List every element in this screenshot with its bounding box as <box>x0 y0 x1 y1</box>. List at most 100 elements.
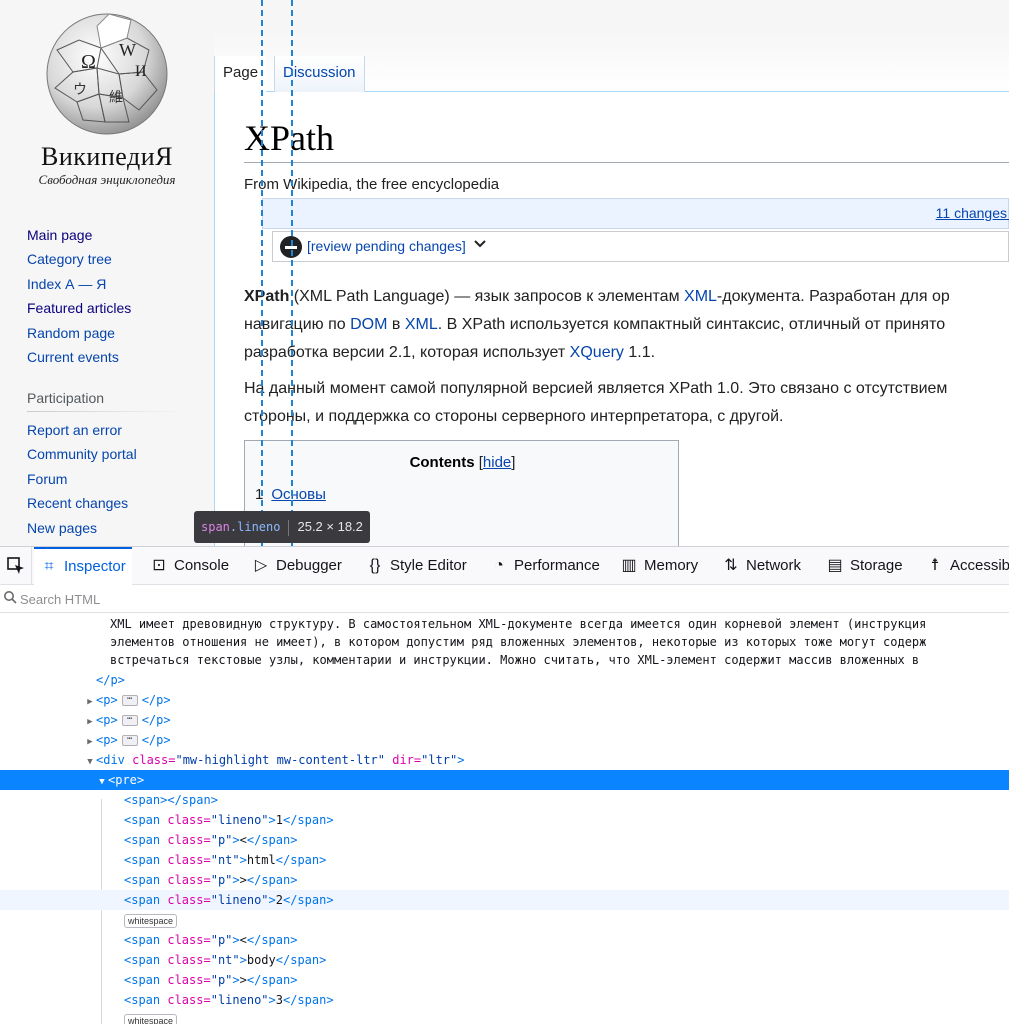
tab-memory[interactable]: ▥ Memory <box>620 547 698 585</box>
attr-value: "ltr" <box>421 753 458 767</box>
text-node-line[interactable]: XML имеет древовидную структуру. В самос… <box>0 614 1009 634</box>
node-line-close-p[interactable]: </p> <box>0 670 1009 690</box>
collapse-triangle-icon[interactable]: ▼ <box>84 752 96 770</box>
tab-inspector[interactable]: ⌗ Inspector <box>34 547 132 585</box>
toc-hide-link[interactable]: hide <box>483 454 511 471</box>
search-icon <box>3 590 17 608</box>
whitespace-line[interactable]: whitespace <box>0 910 1009 930</box>
nav-link[interactable]: Recent changes <box>27 495 128 511</box>
nav-link[interactable]: Forum <box>27 471 67 487</box>
nav-link[interactable]: Index А — Я <box>27 276 106 292</box>
nav-link[interactable]: Category tree <box>27 251 112 267</box>
tab-console[interactable]: ⊡ Console <box>150 547 229 585</box>
tab-label: Performance <box>514 557 600 574</box>
page-title: XPath <box>244 118 334 158</box>
expand-triangle-icon[interactable]: ▶ <box>84 692 96 710</box>
nav-item-community-portal[interactable]: Community portal <box>27 442 137 466</box>
text-run: -документа. Разработан для ор <box>716 288 950 305</box>
collapsed-ellipsis-button[interactable]: ⋯ <box>121 695 138 706</box>
node-line-span[interactable]: <span class="lineno">1</span> <box>0 810 1009 830</box>
tab-page[interactable]: Page <box>214 56 267 92</box>
tab-network[interactable]: ⇅ Network <box>722 547 801 585</box>
node-line-span[interactable]: <span class="lineno">3</span> <box>0 990 1009 1010</box>
pending-changes-link[interactable]: 11 changes i <box>936 205 1009 221</box>
tab-discussion[interactable]: Discussion <box>274 56 365 92</box>
nav-item-featured-articles[interactable]: Featured articles <box>27 296 131 320</box>
nav-link[interactable]: Report an error <box>27 422 122 438</box>
node-line-span-hovered[interactable]: <span class="lineno">2</span> <box>0 890 1009 910</box>
attr-name: class= <box>167 813 211 827</box>
collapse-triangle-icon[interactable]: ▼ <box>96 772 108 790</box>
tag-open: <span <box>124 953 168 967</box>
collapsed-ellipsis-button[interactable]: ⋯ <box>121 735 138 746</box>
nav-link[interactable]: Main page <box>27 227 92 243</box>
svg-text:W: W <box>119 40 136 60</box>
nav-item-forum[interactable]: Forum <box>27 467 137 491</box>
nav-link[interactable]: Featured articles <box>27 300 131 316</box>
review-pending-box[interactable]: [review pending changes] <box>272 231 1009 262</box>
link-xquery[interactable]: XQuery <box>570 344 624 361</box>
chevron-down-icon[interactable] <box>473 236 487 253</box>
whitespace-line[interactable]: whitespace <box>0 1010 1009 1024</box>
text-node-line[interactable]: встречаться текстовые узлы, комментарии … <box>0 650 1009 670</box>
node-line-span[interactable]: <span class="p"><</span> <box>0 930 1009 950</box>
toc-link[interactable]: Основы <box>271 486 326 503</box>
whitespace-badge[interactable]: whitespace <box>124 913 178 928</box>
node-line-p[interactable]: ▶ <p> ⋯ </p> <box>0 710 1009 730</box>
inspector-icon: ⌗ <box>44 558 54 575</box>
node-line-span[interactable]: <span class="nt">body</span> <box>0 950 1009 970</box>
attr-value: "p" <box>210 973 233 987</box>
svg-text:維: 維 <box>109 90 123 106</box>
nav-link[interactable]: Current events <box>27 349 119 365</box>
review-pending-link[interactable]: [review pending changes] <box>307 238 466 254</box>
tab-storage[interactable]: ▤ Storage <box>826 547 902 585</box>
nav-item-random-page[interactable]: Random page <box>27 321 131 345</box>
wikipedia-logo[interactable]: Ω W И ウ 維 ВикипедиЯ Свободная энциклопед… <box>22 8 192 187</box>
wikipedia-wordmark: ВикипедиЯ <box>41 142 173 171</box>
node-line-span[interactable]: <span class="p"><</span> <box>0 830 1009 850</box>
nav-link[interactable]: New pages <box>27 520 97 536</box>
nav-item-report-error[interactable]: Report an error <box>27 418 137 442</box>
node-line-p[interactable]: ▶ <p> ⋯ </p> <box>0 690 1009 710</box>
text-node-line[interactable]: элементов отношения не имеет), в котором… <box>0 632 1009 652</box>
search-html-input[interactable] <box>20 589 920 609</box>
tag-open: <span <box>124 833 168 847</box>
link-dom[interactable]: DOM <box>350 316 387 333</box>
attr-value: "p" <box>210 873 233 887</box>
node-line-span[interactable]: <span class="p">></span> <box>0 870 1009 890</box>
attr-name: class= <box>132 753 176 767</box>
node-line-span[interactable]: <span class="p">></span> <box>0 970 1009 990</box>
element-picker-button[interactable] <box>0 547 32 585</box>
nav-item-recent-changes[interactable]: Recent changes <box>27 491 137 515</box>
nav-link[interactable]: Community portal <box>27 446 137 462</box>
node-line-p[interactable]: ▶ <p> ⋯ </p> <box>0 730 1009 750</box>
nav-item-current-events[interactable]: Current events <box>27 345 131 369</box>
node-line-div[interactable]: ▼ <div class="mw-highlight mw-content-ltr… <box>0 750 1009 770</box>
nav-item-category-tree[interactable]: Category tree <box>27 247 131 271</box>
node-line-span[interactable]: <span></span> <box>0 790 1009 810</box>
tab-performance[interactable]: ◔ Performance <box>490 547 600 585</box>
tag-open: <span <box>124 973 168 987</box>
node-line-span[interactable]: <span class="nt">html</span> <box>0 850 1009 870</box>
nav-link[interactable]: Random page <box>27 325 115 341</box>
tab-accessibility[interactable]: ☨ Accessib <box>926 547 1009 585</box>
expand-triangle-icon[interactable]: ▶ <box>84 712 96 730</box>
link-xml[interactable]: XML <box>684 288 717 305</box>
memory-chip-icon: ▥ <box>621 557 637 574</box>
nav-item-new-pages[interactable]: New pages <box>27 516 137 540</box>
collapsed-ellipsis-button[interactable]: ⋯ <box>121 715 138 726</box>
whitespace-badge[interactable]: whitespace <box>124 1013 178 1024</box>
wikipedia-tagline: Свободная энциклопедия <box>38 172 176 187</box>
span-text: > <box>239 973 247 987</box>
tab-debugger[interactable]: ▷ Debugger <box>252 547 342 585</box>
tab-style-editor[interactable]: {} Style Editor <box>366 547 467 585</box>
tab-label: Style Editor <box>390 557 467 574</box>
svg-text:И: И <box>135 63 147 80</box>
node-line-pre-selected[interactable]: ▼ <pre> <box>0 770 1009 790</box>
link-xml[interactable]: XML <box>405 316 438 333</box>
tag-close: </p> <box>141 733 171 747</box>
expand-triangle-icon[interactable]: ▶ <box>84 732 96 750</box>
bold-term: XPath <box>244 288 290 305</box>
nav-item-index[interactable]: Index А — Я <box>27 272 131 296</box>
nav-item-main-page[interactable]: Main page <box>27 223 131 247</box>
